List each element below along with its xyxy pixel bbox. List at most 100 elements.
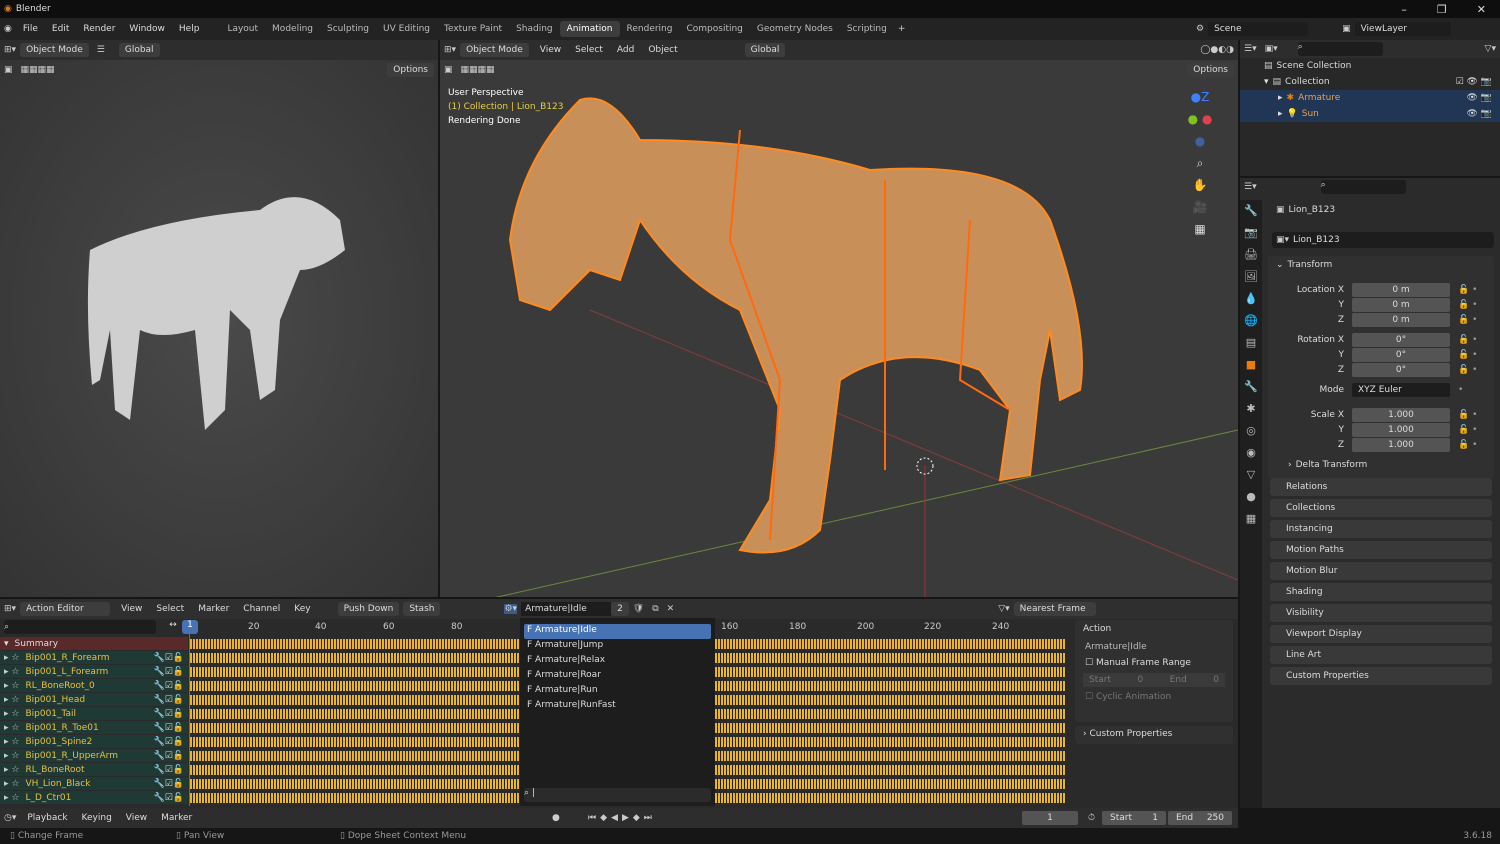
section-shading[interactable]: Shading: [1270, 583, 1492, 601]
mode-dropdown[interactable]: Object Mode: [20, 43, 89, 57]
channel-row[interactable]: ▸ ☆ VH_Lion_Black 🔧☑🔓: [0, 777, 188, 790]
action-list-item[interactable]: F Armature|Run: [524, 684, 711, 699]
value-field[interactable]: 0°: [1352, 333, 1450, 347]
action-browse-icon[interactable]: ⚙▾: [504, 604, 518, 614]
tab-uv-editing[interactable]: UV Editing: [376, 21, 437, 37]
action-list-item[interactable]: F Armature|RunFast: [524, 699, 711, 714]
menu-edit[interactable]: Edit: [45, 24, 76, 34]
channel-toggle-icons[interactable]: 🔧☑🔓: [154, 695, 184, 705]
orientation-dropdown[interactable]: Global: [744, 43, 786, 57]
summary-channel[interactable]: ▾ Summary: [0, 637, 188, 650]
scene-selector[interactable]: Scene: [1208, 22, 1309, 36]
menu-select[interactable]: Select: [568, 45, 610, 55]
section-visibility[interactable]: Visibility: [1270, 604, 1492, 622]
channel-row[interactable]: ▸ ☆ Bip001_Tail 🔧☑🔓: [0, 707, 188, 720]
close-button[interactable]: ✕: [1477, 3, 1486, 16]
action-list-item[interactable]: F Armature|Idle: [524, 624, 711, 639]
minimize-button[interactable]: –: [1401, 3, 1407, 16]
stopwatch-icon[interactable]: ⏱: [1088, 813, 1095, 823]
tab-animation[interactable]: Animation: [559, 21, 620, 37]
lock-icon[interactable]: 🔓 •: [1458, 440, 1477, 450]
menu-select[interactable]: Select: [149, 604, 191, 614]
tab-compositing[interactable]: Compositing: [679, 21, 749, 37]
display-mode-icon[interactable]: ▣▾: [1265, 44, 1278, 54]
editor-type-icon[interactable]: ⊞▾: [4, 604, 16, 614]
tab-modeling[interactable]: Modeling: [265, 21, 320, 37]
lock-icon[interactable]: 🔓 •: [1458, 425, 1477, 435]
channel-row[interactable]: ▸ ☆ Bip001_Head 🔧☑🔓: [0, 693, 188, 706]
value-field[interactable]: 1.000: [1352, 408, 1450, 422]
editor-type-icon[interactable]: ⊞▾: [4, 45, 16, 55]
mode-dropdown[interactable]: Object Mode: [460, 43, 529, 57]
object-name-field[interactable]: Lion_B123: [1293, 235, 1340, 245]
section-viewport-display[interactable]: Viewport Display: [1270, 625, 1492, 643]
tab-layout[interactable]: Layout: [220, 21, 265, 37]
section-instancing[interactable]: Instancing: [1270, 520, 1492, 538]
snap-dropdown[interactable]: Nearest Frame: [1013, 602, 1096, 616]
section-motion-blur[interactable]: Motion Blur: [1270, 562, 1492, 580]
channel-toggle-icons[interactable]: 🔧☑🔓: [154, 667, 184, 677]
push-down-button[interactable]: Push Down: [337, 602, 400, 616]
menu-playback[interactable]: Playback: [20, 813, 74, 823]
lock-icon[interactable]: •: [1458, 385, 1463, 395]
maximize-button[interactable]: ❐: [1437, 3, 1447, 16]
menu-marker[interactable]: Marker: [191, 604, 236, 614]
lock-icon[interactable]: 🔓 •: [1458, 300, 1477, 310]
channel-toggle-icons[interactable]: 🔧☑🔓: [154, 723, 184, 733]
action-list-item[interactable]: F Armature|Relax: [524, 654, 711, 669]
start-frame-field[interactable]: Start 1: [1102, 811, 1166, 825]
menu-file[interactable]: File: [16, 24, 45, 34]
menu-marker[interactable]: Marker: [154, 813, 199, 823]
delta-transform-section[interactable]: › Delta Transform: [1288, 460, 1367, 470]
value-field[interactable]: XYZ Euler: [1352, 383, 1450, 397]
manual-frame-range-checkbox[interactable]: ☐ Manual Frame Range: [1075, 656, 1233, 670]
select-mode-icons[interactable]: ▦▦▦▦: [461, 65, 495, 75]
tab-geometry-nodes[interactable]: Geometry Nodes: [750, 21, 840, 37]
menu-add[interactable]: Add: [610, 45, 641, 55]
menu-view[interactable]: View: [533, 45, 568, 55]
shading-icons[interactable]: ◯●◐◑: [1200, 45, 1234, 55]
value-field[interactable]: 0°: [1352, 363, 1450, 377]
action-search[interactable]: ⌕ |: [524, 788, 711, 802]
value-field[interactable]: 1.000: [1352, 438, 1450, 452]
menu-view[interactable]: View: [119, 813, 154, 823]
visibility-icons[interactable]: 👁 📷: [1467, 93, 1500, 103]
section-line-art[interactable]: Line Art: [1270, 646, 1492, 664]
properties-type-icon[interactable]: ☰▾: [1244, 182, 1257, 192]
menu-key[interactable]: Key: [287, 604, 317, 614]
lock-icon[interactable]: 🔓 •: [1458, 410, 1477, 420]
channel-row[interactable]: ▸ ☆ Bip001_R_Forearm 🔧☑🔓: [0, 651, 188, 664]
options-dropdown[interactable]: Options: [1187, 63, 1234, 77]
tab-sculpting[interactable]: Sculpting: [320, 21, 376, 37]
select-tool-icon[interactable]: ▣: [444, 65, 453, 75]
add-workspace-icon[interactable]: +: [898, 24, 906, 34]
channel-toggle-icons[interactable]: 🔧☑🔓: [154, 709, 184, 719]
menu-object[interactable]: Object: [641, 45, 684, 55]
value-field[interactable]: 1.000: [1352, 423, 1450, 437]
lock-icon[interactable]: 🔓 •: [1458, 365, 1477, 375]
filter-icon[interactable]: ▽▾: [1485, 44, 1496, 54]
value-field[interactable]: 0 m: [1352, 283, 1450, 297]
section-relations[interactable]: Relations: [1270, 478, 1492, 496]
channel-row[interactable]: ▸ ☆ Bip001_Spine2 🔧☑🔓: [0, 735, 188, 748]
menu-view[interactable]: View: [114, 604, 149, 614]
lock-icon[interactable]: 🔓 •: [1458, 285, 1477, 295]
action-panel-header[interactable]: Action: [1075, 620, 1233, 638]
clock-icon[interactable]: ◷▾: [4, 813, 16, 823]
lock-icon[interactable]: 🔓 •: [1458, 315, 1477, 325]
outliner-sun[interactable]: Sun: [1302, 109, 1319, 119]
stash-button[interactable]: Stash: [403, 602, 441, 616]
channel-row[interactable]: ▸ ☆ RL_BoneRoot_0 🔧☑🔓: [0, 679, 188, 692]
end-frame-field[interactable]: End 250: [1168, 811, 1232, 825]
current-frame-field[interactable]: 1: [1022, 811, 1078, 825]
channel-toggle-icons[interactable]: 🔧☑🔓: [154, 793, 184, 803]
orientation-dropdown[interactable]: Global: [118, 43, 160, 57]
visibility-icons[interactable]: ☑ 👁 📷: [1456, 77, 1500, 87]
lock-icon[interactable]: 🔓 •: [1458, 335, 1477, 345]
value-field[interactable]: 0 m: [1352, 298, 1450, 312]
outliner-type-icon[interactable]: ☰▾: [1244, 44, 1257, 54]
playback-controls[interactable]: ⏮◆◀▶◆⏭: [588, 813, 656, 823]
menu-help[interactable]: Help: [172, 24, 207, 34]
left-viewport[interactable]: ⊞▾ Object Mode ☰ Global ▣ ▦▦▦▦ Options: [0, 40, 438, 597]
filter-icon[interactable]: ▽▾: [998, 604, 1009, 614]
